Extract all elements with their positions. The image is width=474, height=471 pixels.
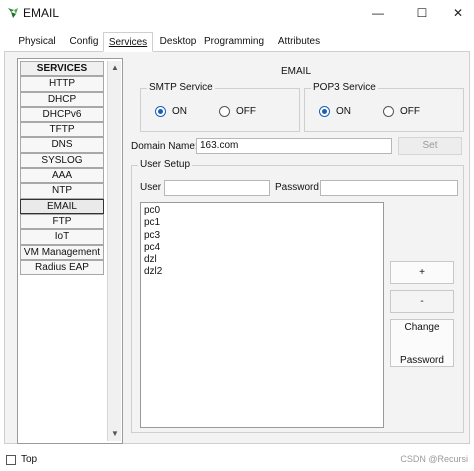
tab-programming[interactable]: Programming	[203, 32, 265, 52]
set-button[interactable]: Set	[398, 137, 462, 155]
smtp-off-radio[interactable]	[219, 106, 230, 117]
service-dhcpv6[interactable]: DHCPv6	[20, 106, 104, 123]
service-http[interactable]: HTTP	[20, 76, 104, 92]
service-tftp[interactable]: TFTP	[20, 122, 104, 138]
service-email[interactable]: EMAIL	[20, 198, 104, 214]
user-list[interactable]: pc0 pc1 pc3 pc4 dzl dzl2	[140, 202, 384, 428]
pop3-on-label: ON	[336, 106, 351, 117]
list-item[interactable]: dzl2	[141, 266, 383, 278]
pop3-service-group: POP3 Service ON OFF	[304, 82, 464, 132]
remove-user-button[interactable]: -	[390, 290, 454, 313]
list-item[interactable]: dzl	[141, 254, 383, 266]
user-setup-title: User Setup	[138, 159, 193, 170]
tab-services[interactable]: Services	[103, 32, 153, 52]
list-item[interactable]: pc3	[141, 230, 383, 242]
services-scrollbar[interactable]: ▲ ▼	[107, 61, 121, 441]
services-header: SERVICES	[20, 61, 104, 77]
service-radius-eap[interactable]: Radius EAP	[20, 259, 104, 276]
smtp-on-radio[interactable]	[155, 106, 166, 117]
service-vm-management[interactable]: VM Management	[20, 244, 104, 260]
smtp-service-title: SMTP Service	[147, 82, 215, 93]
watermark: CSDN @Recursi	[400, 454, 468, 464]
close-button[interactable]: ✕	[440, 2, 474, 24]
top-label: Top	[21, 454, 38, 465]
minimize-button[interactable]: —	[360, 2, 396, 24]
scroll-down-arrow-icon[interactable]: ▼	[110, 429, 120, 439]
password-input[interactable]	[320, 180, 458, 196]
tab-attributes[interactable]: Attributes	[271, 32, 327, 52]
packet-tracer-icon	[7, 7, 19, 19]
service-syslog[interactable]: SYSLOG	[20, 152, 104, 169]
pop3-service-title: POP3 Service	[311, 82, 378, 93]
pop3-off-label: OFF	[400, 106, 420, 117]
window-title: EMAIL	[23, 6, 60, 20]
change-password-button[interactable]: Change Password	[390, 319, 454, 367]
user-input[interactable]	[164, 180, 270, 196]
service-ntp[interactable]: NTP	[20, 183, 104, 199]
services-panel: SERVICES HTTP DHCP DHCPv6 TFTP DNS SYSLO…	[17, 58, 123, 444]
top-checkbox[interactable]	[6, 455, 16, 465]
email-heading: EMAIL	[281, 66, 312, 77]
change-password-line1: Change	[404, 322, 440, 333]
title-bar: EMAIL — ☐ ✕	[0, 0, 474, 28]
service-dns[interactable]: DNS	[20, 137, 104, 153]
list-item[interactable]: pc4	[141, 242, 383, 254]
tab-desktop[interactable]: Desktop	[153, 32, 203, 52]
pop3-off-radio[interactable]	[383, 106, 394, 117]
password-label: Password	[275, 182, 319, 193]
pop3-on-radio[interactable]	[319, 106, 330, 117]
maximize-button[interactable]: ☐	[404, 2, 440, 24]
service-ftp[interactable]: FTP	[20, 213, 104, 230]
tab-physical[interactable]: Physical	[10, 32, 64, 52]
add-user-button[interactable]: +	[390, 261, 454, 284]
service-iot[interactable]: IoT	[20, 229, 104, 245]
change-password-line2: Password	[400, 355, 444, 366]
domain-name-input[interactable]: 163.com	[196, 138, 392, 154]
smtp-on-label: ON	[172, 106, 187, 117]
service-aaa[interactable]: AAA	[20, 168, 104, 184]
services-list: SERVICES HTTP DHCP DHCPv6 TFTP DNS SYSLO…	[20, 61, 104, 276]
list-item[interactable]: pc1	[141, 217, 383, 229]
bottom-bar: Top CSDN @Recursi	[0, 448, 474, 471]
content-area: SERVICES HTTP DHCP DHCPv6 TFTP DNS SYSLO…	[4, 52, 470, 444]
scroll-up-arrow-icon[interactable]: ▲	[110, 63, 120, 73]
service-dhcp[interactable]: DHCP	[20, 91, 104, 107]
user-setup-group: User Setup User Password pc0 pc1 pc3 pc4…	[131, 159, 464, 433]
user-label: User	[140, 182, 162, 193]
smtp-off-label: OFF	[236, 106, 256, 117]
list-item[interactable]: pc0	[141, 205, 383, 217]
smtp-service-group: SMTP Service ON OFF	[140, 82, 300, 132]
domain-name-label: Domain Name:	[131, 141, 198, 152]
tab-config[interactable]: Config	[64, 32, 104, 52]
tab-bar: Physical Config Services Desktop Program…	[4, 32, 470, 52]
